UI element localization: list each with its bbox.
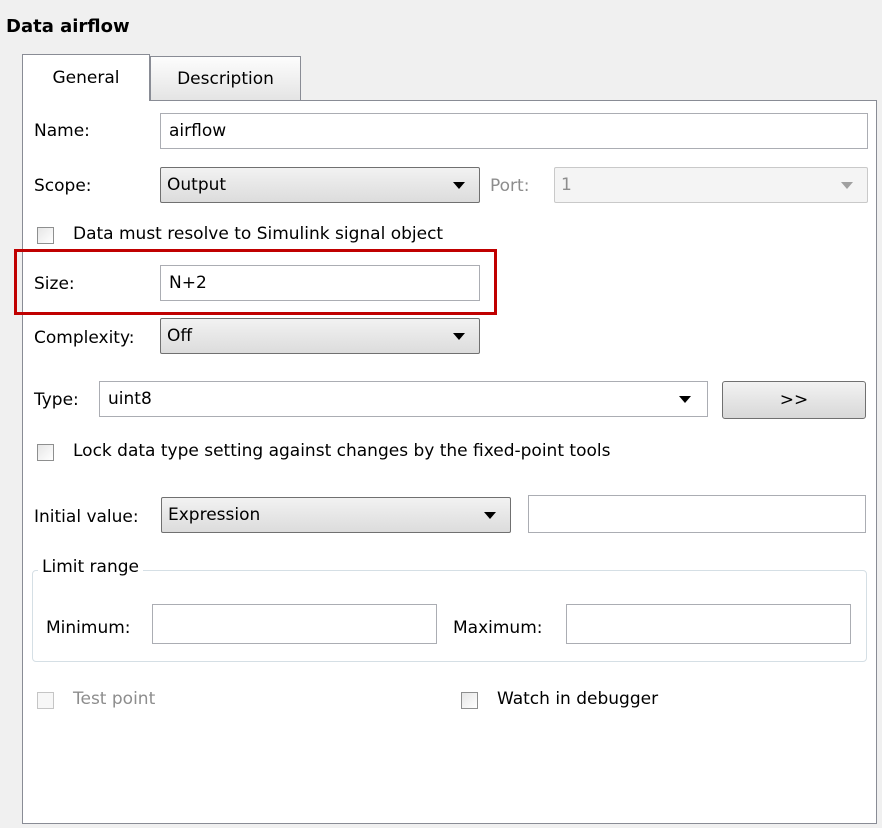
name-value: airflow — [169, 121, 227, 141]
complexity-dropdown[interactable]: Off — [160, 318, 480, 354]
type-value: uint8 — [108, 389, 152, 409]
size-label: Size: — [34, 274, 75, 294]
port-label: Port: — [490, 176, 530, 196]
lock-data-type-label: Lock data type setting against changes b… — [73, 441, 611, 461]
test-point-label: Test point — [73, 689, 156, 709]
tab-description[interactable]: Description — [150, 56, 301, 100]
size-value: N+2 — [169, 273, 207, 293]
tab-general[interactable]: General — [22, 54, 150, 101]
watch-in-debugger-checkbox[interactable] — [461, 692, 478, 709]
lock-data-type-checkbox[interactable] — [37, 444, 54, 461]
complexity-label: Complexity: — [34, 328, 135, 348]
general-panel — [22, 100, 877, 824]
chevron-down-icon — [484, 511, 496, 519]
scope-dropdown[interactable]: Output — [160, 167, 480, 203]
chevron-down-icon — [453, 181, 465, 189]
scope-label: Scope: — [34, 176, 92, 196]
type-button-label: >> — [779, 390, 809, 410]
initial-value-mode: Expression — [168, 505, 261, 525]
maximum-field[interactable] — [566, 604, 851, 644]
size-field[interactable]: N+2 — [160, 265, 480, 301]
limit-range-title: Limit range — [38, 557, 143, 577]
scope-value: Output — [167, 175, 227, 195]
data-type-assistant-button[interactable]: >> — [722, 381, 866, 419]
chevron-down-icon — [841, 181, 853, 189]
initial-value-field[interactable] — [528, 495, 866, 533]
type-combobox[interactable]: uint8 — [99, 381, 708, 417]
tab-general-label: General — [52, 68, 120, 88]
resolve-label: Data must resolve to Simulink signal obj… — [73, 224, 444, 244]
minimum-field[interactable] — [152, 604, 437, 644]
chevron-down-icon — [679, 395, 691, 403]
name-field[interactable]: airflow — [160, 113, 868, 149]
initial-value-label: Initial value: — [34, 507, 139, 527]
type-label: Type: — [34, 390, 79, 410]
port-value: 1 — [561, 175, 572, 195]
initial-value-mode-dropdown[interactable]: Expression — [161, 497, 511, 533]
name-label: Name: — [34, 121, 90, 141]
tab-description-label: Description — [177, 68, 274, 89]
test-point-checkbox[interactable] — [37, 692, 54, 709]
maximum-label: Maximum: — [453, 618, 543, 638]
watch-in-debugger-label: Watch in debugger — [497, 689, 659, 709]
resolve-checkbox[interactable] — [37, 227, 54, 244]
chevron-down-icon — [453, 332, 465, 340]
minimum-label: Minimum: — [46, 618, 131, 638]
dialog-title: Data airflow — [6, 16, 130, 37]
complexity-value: Off — [167, 326, 193, 346]
port-dropdown[interactable]: 1 — [554, 167, 868, 203]
